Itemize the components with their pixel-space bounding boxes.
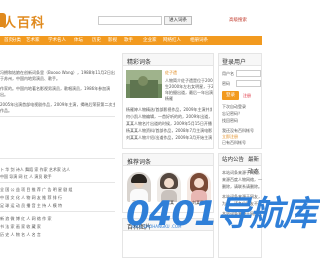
nav-item-history[interactable]: 历史 <box>92 36 101 45</box>
intro-line: 于苏州，中国内地男演员、歌手。 <box>0 76 60 81</box>
nav-item-film[interactable]: 影视 <box>108 36 117 45</box>
watermark-subtext: 0401 DAOHANGKU .COM <box>132 224 182 229</box>
password-label: 密码 <box>222 81 230 86</box>
nav-item-category[interactable]: 分类 <box>12 36 21 45</box>
login-section: 登录用户 用户名 密码 登录 注册 下次自动登录 忘记密码？ 找回密码 我还没有… <box>218 53 262 149</box>
tab-site-notice[interactable]: 站内公告 <box>222 154 244 166</box>
intro-line: 出。 <box>0 92 8 97</box>
site-header: 人百科 进入词条 高级搜索 <box>0 0 262 36</box>
tag-line[interactable]: 足 球 运 动 员 播 音 主 持 人 模 特 <box>0 203 115 209</box>
login-note: 已有百科帐号 <box>222 140 246 145</box>
notice-line[interactable]: 本站词条来源于网络，如有侵权请 <box>222 170 262 176</box>
divider <box>0 182 115 183</box>
tag-line[interactable]: 全 国 公 益 项 目 推 荐 广 告 明 星 剧 组 <box>0 187 115 193</box>
recommended-title: 推荐词条 <box>127 159 152 166</box>
featured-title: 精彩词条 <box>127 59 152 66</box>
tag-line[interactable]: 书 法 家 画 家 收 藏 家 <box>0 224 115 230</box>
divider <box>0 116 115 117</box>
featured-list-item[interactable]: 何小凯人物编辑，一首好听的的，2009年出道，歌手兼演员发布。 <box>126 114 212 120</box>
intro-line: 作品。 <box>0 108 12 113</box>
nav-item-singer[interactable]: 歌手 <box>124 36 133 45</box>
main-nav: 首页 分类 艺术家 学术名人 体坛 历史 影视 歌手 企业家 网络红人 相册词条 <box>0 36 262 45</box>
featured-list-item[interactable]: 杨雁婷人物精选/首部影视作品，2009年主演并发布作品。 <box>126 107 212 113</box>
tag-line[interactable]: 历 史 人 物 名 人 名 言 <box>0 232 115 238</box>
advanced-search-link[interactable]: 高级搜索 <box>229 17 247 23</box>
nav-item-influencer[interactable]: 网络红人 <box>163 36 181 45</box>
nav-item-academic[interactable]: 学术名人 <box>48 36 66 45</box>
divider <box>0 211 115 212</box>
auto-login-checkbox[interactable]: 下次自动登录 <box>222 104 262 110</box>
site-logo[interactable]: 人百科 <box>3 12 45 31</box>
search-button[interactable]: 进入词条 <box>164 16 192 25</box>
divider <box>0 158 115 159</box>
find-password-link[interactable]: 找回密码 <box>222 118 262 124</box>
password-input[interactable] <box>236 80 261 87</box>
tab-latest-news[interactable]: 最新动态 <box>248 154 261 175</box>
featured-section: 精彩词条 佐子遗 人物简介佐子遗是位于2008年 生2000年左右女明星，于20… <box>122 53 214 149</box>
tag-line[interactable]: 中国 导演 网 红 人 演员 歌手 <box>0 174 115 180</box>
featured-person-name[interactable]: 佐子遗 <box>165 70 177 76</box>
featured-list-item[interactable]: 杨某某人物资料/首部作品，2008年7月主演电影作品。 <box>126 128 212 134</box>
nav-item-sports[interactable]: 体坛 <box>74 36 83 45</box>
login-title: 登录用户 <box>222 59 247 66</box>
nav-item-gallery[interactable]: 相册词条 <box>190 36 208 45</box>
featured-image[interactable] <box>126 70 162 98</box>
tag-line[interactable]: 卜 华 剑 诗人 舞蹈 家 作家 艺术家 达人 <box>0 167 115 173</box>
nav-item-artist[interactable]: 艺术家 <box>26 36 40 45</box>
featured-desc-line: 杨雁 <box>165 96 173 101</box>
forgot-password-link[interactable]: 忘记密码？ <box>222 111 262 117</box>
login-button[interactable]: 登录 <box>222 91 239 100</box>
notice-line: 来源百度人物网络，一经确认，请联系 <box>222 177 262 182</box>
left-column: 冯拥和姑娘在创新词条里（Boooo Wang），1988年11月2日出 于苏州，… <box>0 50 118 258</box>
nav-item-entrepreneur[interactable]: 企业家 <box>143 36 157 45</box>
username-input[interactable] <box>236 70 261 77</box>
search-input[interactable] <box>98 16 162 25</box>
featured-list-item[interactable]: 刘某某人物介绍/出道作品，2009年3月开始主演电视剧。 <box>126 135 212 141</box>
register-link[interactable]: 注册 <box>243 93 251 99</box>
tag-line[interactable]: 新 浪 微 博 红 人 网 络 作 家 <box>0 216 115 222</box>
featured-list-item[interactable]: 某某人物名片出道的时候，2009年5月15日开播单曲。 <box>126 121 212 127</box>
username-label: 用户名 <box>222 71 234 76</box>
tag-line[interactable]: 中 国 文 化 人 物 网 友 推 荐 排 行 <box>0 195 115 201</box>
